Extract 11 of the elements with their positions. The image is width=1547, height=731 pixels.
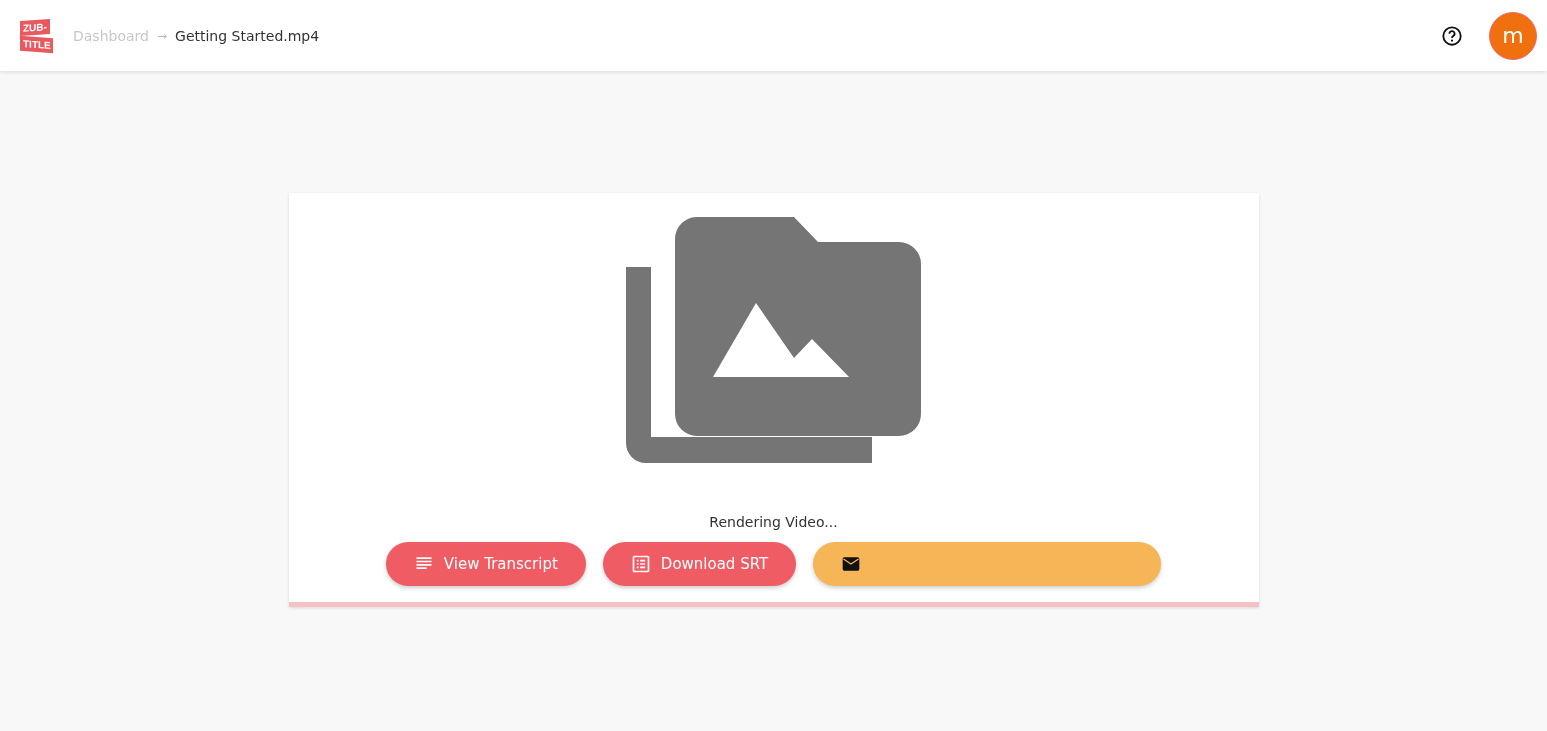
image-folder-icon [625,217,922,464]
logo[interactable]: ZUB- TITLE [20,16,53,55]
download-button[interactable]: Download SRT [602,542,797,586]
mail-icon [841,554,862,574]
list-icon [630,554,651,574]
breadcrumb-separator: → [156,28,168,43]
user-avatar[interactable]: m [1489,11,1537,60]
status-text: Rendering Video... [709,514,838,530]
transcript-button[interactable]: View Transcript [385,542,586,586]
help-icon[interactable] [1441,24,1463,47]
breadcrumb-current: Getting Started.mp4 [175,27,320,44]
